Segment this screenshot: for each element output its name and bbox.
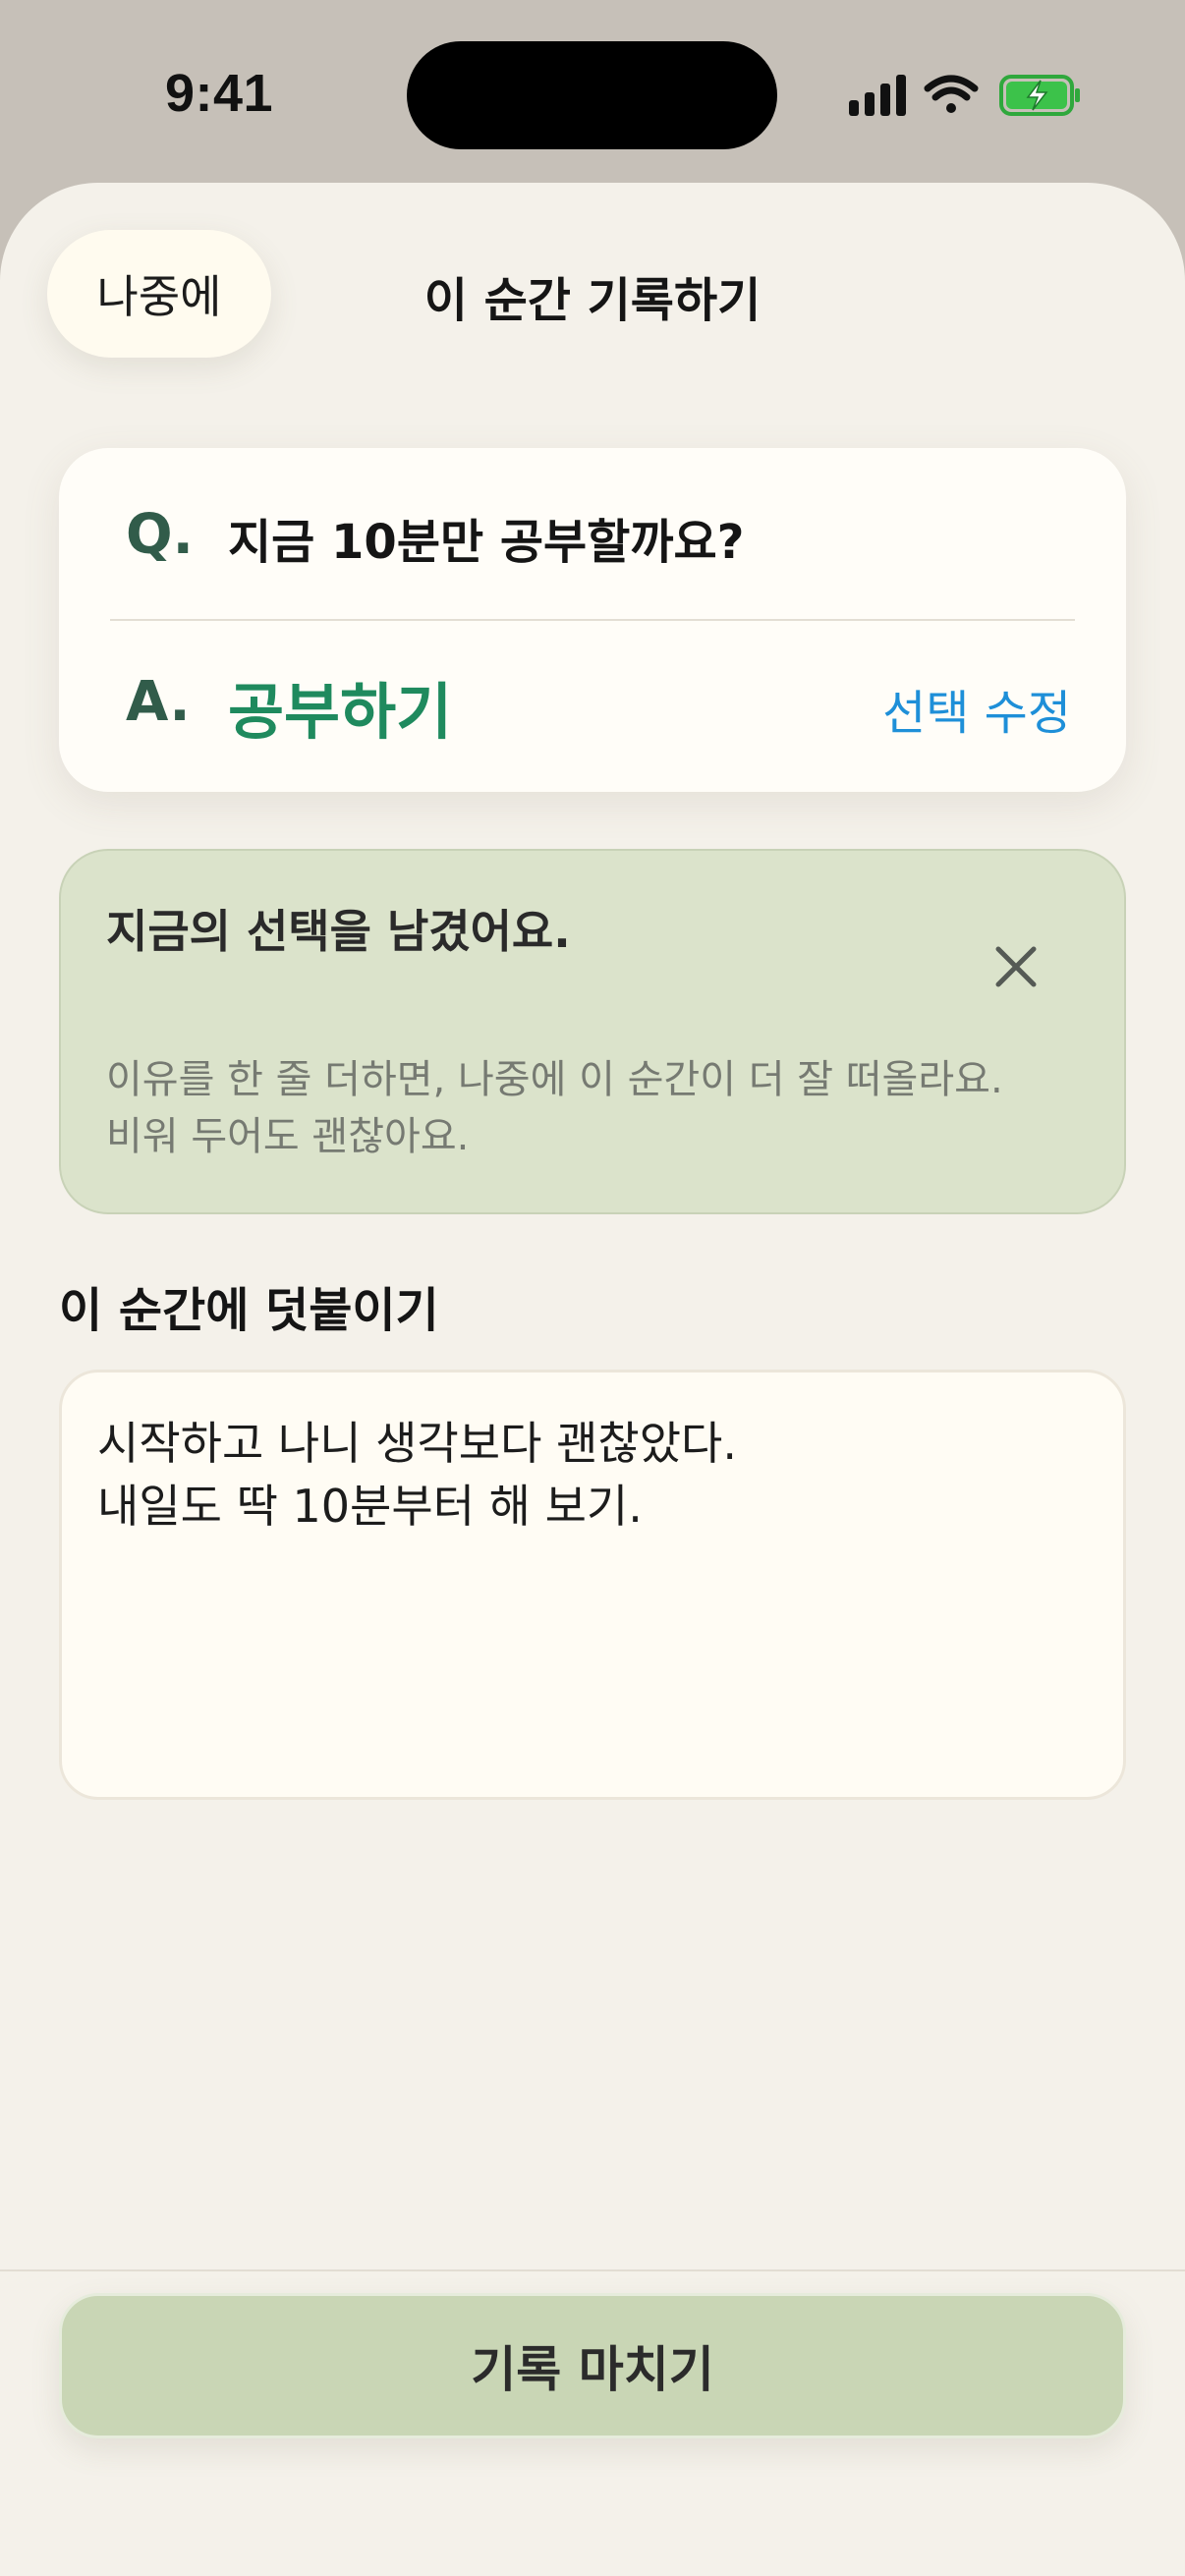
answer-text: 공부하기 (228, 676, 453, 748)
record-sheet: 나중에 이 순간 기록하기 Q. 지금 10분만 공부할까요? A. 공부하기 … (0, 183, 1185, 2576)
wifi-icon (924, 75, 979, 113)
qa-divider (110, 619, 1075, 621)
notice-title: 지금의 선택을 남겼어요. (106, 905, 571, 958)
notice-body: 이유를 한 줄 더하면, 나중에 이 순간이 더 잘 떠올라요. 비워 두어도 … (106, 1051, 1099, 1165)
saved-notice: 지금의 선택을 남겼어요. 이유를 한 줄 더하면, 나중에 이 순간이 더 잘… (59, 849, 1126, 1214)
signal-icon (849, 75, 906, 116)
note-textarea[interactable]: 시작하고 나니 생각보다 괜찮았다. 내일도 딱 10분부터 해 보기. (59, 1370, 1126, 1800)
status-bar: 9:41 (0, 0, 1185, 187)
bottom-divider (0, 2269, 1185, 2271)
page-title: 이 순간 기록하기 (423, 273, 762, 328)
close-icon[interactable] (985, 935, 1047, 998)
app-screen: 9:41 나중에 이 순간 기록하기 Q. 지금 10분만 공부할까요? A. … (0, 0, 1185, 2576)
question-text: 지금 10분만 공부할까요? (228, 515, 745, 570)
note-line: 내일도 딱 10분부터 해 보기. (97, 1480, 643, 1533)
status-time: 9:41 (165, 64, 274, 123)
status-icons (849, 71, 1085, 120)
notice-body-line: 이유를 한 줄 더하면, 나중에 이 순간이 더 잘 떠올라요. (106, 1057, 1003, 1102)
add-note-label: 이 순간에 덧붙이기 (59, 1283, 439, 1338)
answer-prefix: A. (126, 670, 191, 734)
qa-card: Q. 지금 10분만 공부할까요? A. 공부하기 선택 수정 (59, 448, 1126, 792)
edit-choice-link[interactable]: 선택 수정 (882, 674, 1071, 743)
note-line: 시작하고 나니 생각보다 괜찮았다. (97, 1417, 737, 1470)
dynamic-island (407, 41, 777, 149)
finish-record-button[interactable]: 기록 마치기 (59, 2293, 1126, 2438)
notice-body-line: 비워 두어도 괜찮아요. (106, 1114, 470, 1159)
question-prefix: Q. (126, 503, 194, 567)
battery-charging-icon (999, 75, 1080, 116)
